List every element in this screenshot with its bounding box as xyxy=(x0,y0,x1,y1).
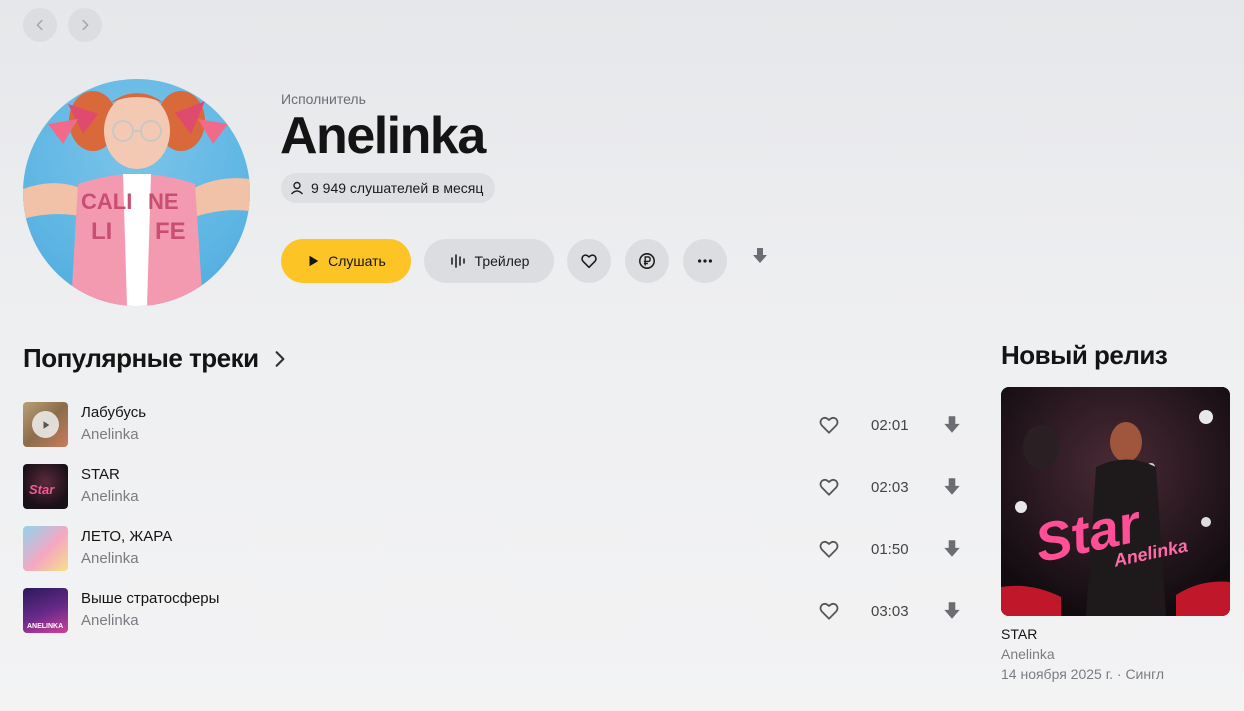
svg-text:LI: LI xyxy=(91,218,112,245)
release-cover-art: Star Anelinka xyxy=(1001,387,1230,616)
download-arrow-icon[interactable] xyxy=(941,600,963,622)
track-title[interactable]: Выше стратосферы xyxy=(81,590,219,607)
more-button[interactable] xyxy=(683,239,727,283)
track-artist[interactable]: Anelinka xyxy=(81,488,139,505)
track-row[interactable]: Star STAR Anelinka 02:03 xyxy=(23,464,968,512)
track-row[interactable]: ЛЕТО, ЖАРА Anelinka 01:50 xyxy=(23,526,968,574)
release-meta: 14 ноября 2025 г. · Сингл xyxy=(1001,666,1165,682)
user-icon xyxy=(290,181,304,195)
track-duration: 02:03 xyxy=(871,479,909,496)
svg-text:FE: FE xyxy=(155,218,186,245)
trailer-button[interactable]: Трейлер xyxy=(424,239,554,283)
track-artist[interactable]: Anelinka xyxy=(81,426,139,443)
artist-avatar: CALI NE LI FE xyxy=(23,79,250,306)
chevron-left-icon xyxy=(36,19,43,31)
heart-icon[interactable] xyxy=(818,414,840,436)
waveform-icon xyxy=(450,254,465,268)
download-arrow-icon[interactable] xyxy=(941,538,963,560)
popular-tracks-title: Популярные треки xyxy=(23,343,259,373)
track-duration: 02:01 xyxy=(871,417,909,434)
artist-name: Anelinka xyxy=(280,107,486,165)
track-artist[interactable]: Anelinka xyxy=(81,612,139,629)
popular-tracks-link[interactable]: Популярные треки xyxy=(23,343,289,374)
chevron-right-icon xyxy=(275,350,285,367)
heart-icon xyxy=(581,254,597,269)
forward-button[interactable] xyxy=(68,8,102,42)
play-overlay-icon[interactable] xyxy=(32,411,59,438)
back-button[interactable] xyxy=(23,8,57,42)
like-artist-button[interactable] xyxy=(567,239,611,283)
track-cover[interactable] xyxy=(23,526,68,571)
donate-button[interactable] xyxy=(625,239,669,283)
track-cover[interactable]: ANELINKA xyxy=(23,588,68,633)
heart-icon[interactable] xyxy=(818,600,840,622)
track-artist[interactable]: Anelinka xyxy=(81,550,139,567)
release-artist[interactable]: Anelinka xyxy=(1001,646,1055,662)
play-icon xyxy=(309,255,319,267)
svg-text:NE: NE xyxy=(148,189,179,214)
trailer-button-label: Трейлер xyxy=(474,253,530,269)
artist-type-label: Исполнитель xyxy=(281,91,366,107)
track-title[interactable]: ЛЕТО, ЖАРА xyxy=(81,528,172,545)
download-arrow-icon[interactable] xyxy=(941,414,963,436)
heart-icon[interactable] xyxy=(818,538,840,560)
download-arrow-icon xyxy=(753,248,767,263)
release-cover[interactable]: Star Anelinka xyxy=(1001,387,1230,616)
track-title[interactable]: Лабубусь xyxy=(81,404,146,421)
track-row[interactable]: Лабубусь Anelinka 02:01 xyxy=(23,402,968,450)
release-name[interactable]: STAR xyxy=(1001,626,1037,642)
track-title[interactable]: STAR xyxy=(81,466,120,483)
listeners-count: 9 949 слушателей в месяц xyxy=(311,180,484,196)
track-row[interactable]: ANELINKA Выше стратосферы Anelinka 03:03 xyxy=(23,588,968,636)
more-dots-icon xyxy=(697,259,713,263)
heart-icon[interactable] xyxy=(818,476,840,498)
new-release-title: Новый релиз xyxy=(1001,340,1168,370)
artist-photo: CALI NE LI FE xyxy=(23,91,250,306)
play-button-label: Слушать xyxy=(328,253,386,269)
track-duration: 03:03 xyxy=(871,603,909,620)
play-button[interactable]: Слушать xyxy=(281,239,411,283)
svg-text:CALI: CALI xyxy=(81,189,132,214)
svg-text:Star: Star xyxy=(29,482,55,497)
download-artist-button[interactable] xyxy=(748,244,772,268)
track-duration: 01:50 xyxy=(871,541,909,558)
ruble-icon xyxy=(639,253,655,269)
track-cover[interactable] xyxy=(23,402,68,447)
chevron-right-icon xyxy=(82,19,89,31)
listeners-badge: 9 949 слушателей в месяц xyxy=(281,173,496,203)
cover-caption: ANELINKA xyxy=(27,623,63,630)
download-arrow-icon[interactable] xyxy=(941,476,963,498)
track-cover[interactable]: Star xyxy=(23,464,68,509)
